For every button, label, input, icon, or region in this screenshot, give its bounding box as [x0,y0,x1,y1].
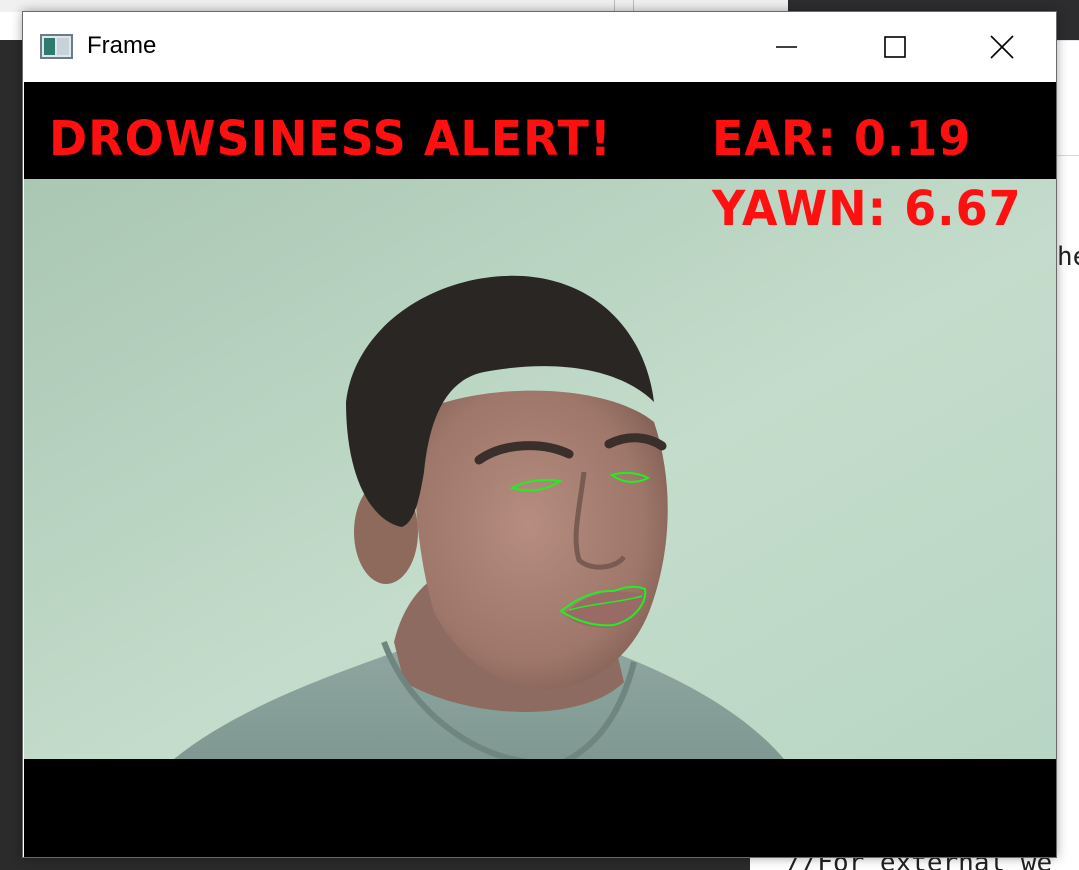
yawn-readout: YAWN: 6.67 [712,180,1022,237]
yawn-value: 6.67 [904,180,1022,237]
close-button[interactable] [948,12,1056,82]
drowsiness-alert-text: DROWSINESS ALERT! [49,110,612,167]
window-titlebar[interactable]: Frame [23,12,1056,82]
frame-window: Frame DROWSINESS ALERT! EAR: 0.19 YAWN: … [22,11,1057,858]
ear-readout: EAR: 0.19 [712,110,971,167]
minimize-icon [776,46,797,48]
app-window-icon [40,34,73,59]
window-title: Frame [87,32,157,59]
video-frame: DROWSINESS ALERT! EAR: 0.19 YAWN: 6.67 [24,82,1056,857]
minimize-button[interactable] [733,12,841,82]
bottom-black-bar [24,759,1056,857]
background-editor-pane [1056,40,1079,870]
yawn-label: YAWN: [712,180,888,237]
close-icon [990,35,1014,59]
maximize-button[interactable] [841,12,949,82]
maximize-icon [884,36,906,58]
ear-value: 0.19 [853,110,972,167]
background-code-text: he [1057,242,1079,272]
background-dark-panel-bottom [0,858,750,870]
ear-label: EAR: [712,110,837,167]
background-editor-divider [1056,155,1079,156]
background-dark-panel [0,40,24,870]
